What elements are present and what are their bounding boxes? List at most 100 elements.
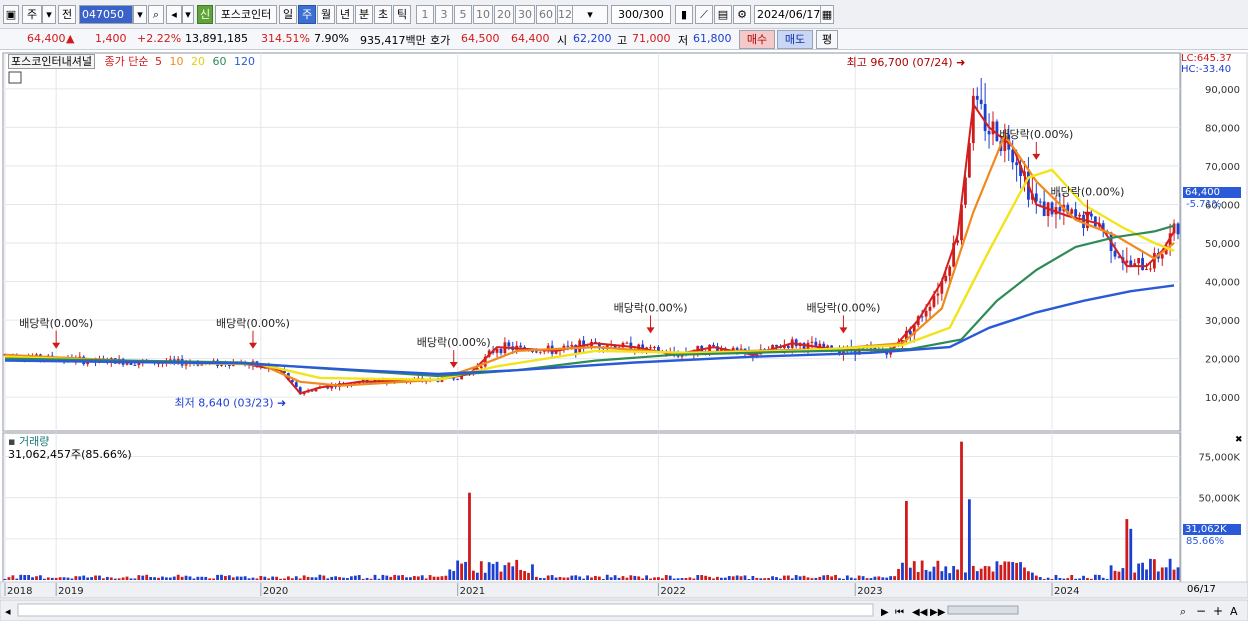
volume-bar	[172, 576, 176, 580]
volume-bar	[688, 577, 692, 580]
candle-body	[948, 266, 952, 276]
stock-code-input[interactable]: 047050	[79, 5, 133, 24]
line-tool-icon[interactable]: ⟋	[695, 5, 713, 24]
candle-icon[interactable]: ▮	[675, 5, 693, 24]
search-icon[interactable]: ⌕	[148, 5, 164, 24]
volume-bar	[1113, 570, 1117, 580]
candle-body	[1058, 207, 1062, 212]
chart-canvas[interactable]: 최고 96,700 (07/24) ➜ 최저 8,640 (03/23) ➜ 배당락…	[0, 50, 1248, 622]
gear-icon[interactable]: ⚙	[733, 5, 751, 24]
chevron-down-icon[interactable]: ▾	[133, 5, 147, 24]
volume-bar	[590, 577, 593, 580]
volume-bar	[904, 500, 908, 580]
interval-tab[interactable]: 1	[416, 5, 434, 24]
high-label: 고	[617, 34, 628, 47]
volume-bar	[468, 492, 471, 580]
window-menu-icon[interactable]: ▣	[3, 5, 19, 24]
zoom-slider[interactable]	[947, 605, 1019, 615]
volume-bar	[54, 577, 58, 580]
volume-bar	[353, 575, 357, 580]
volume-bar	[739, 576, 743, 580]
volume-bar	[1176, 567, 1180, 580]
interval-tab[interactable]: 5	[454, 5, 472, 24]
eval-button[interactable]: 평	[816, 30, 838, 49]
zoom-in-icon[interactable]: +	[1213, 604, 1223, 618]
x-tick-label: 2018	[7, 586, 32, 597]
interval-tab[interactable]: 10	[473, 5, 493, 24]
volume-bar	[499, 571, 503, 580]
save-icon[interactable]: ▤	[714, 5, 732, 24]
candle-body	[534, 351, 538, 353]
scroll-left-icon[interactable]: ◂	[5, 605, 11, 618]
volume-bar	[1042, 578, 1046, 580]
volume-bar	[1121, 568, 1125, 580]
turnover-rate: 7.90%	[314, 32, 349, 45]
calendar-icon[interactable]: ▦	[820, 5, 834, 24]
speaker-icon[interactable]: ◂	[166, 5, 182, 24]
text-tool-icon[interactable]: A	[1230, 605, 1238, 618]
volume-bar	[633, 575, 637, 580]
period-tab[interactable]: 일	[279, 5, 297, 24]
zoom-out-icon[interactable]: −	[1196, 604, 1206, 618]
buy-button[interactable]: 매수	[739, 30, 775, 49]
open-price: 62,200	[573, 32, 612, 45]
volume-bar	[845, 575, 849, 580]
close-panel-icon[interactable]: ✖	[1235, 435, 1243, 445]
volume-bar	[381, 574, 385, 580]
candle-body	[456, 378, 460, 380]
volume-bar	[779, 578, 782, 580]
volume-bar	[1101, 577, 1105, 580]
volume-bar	[653, 577, 656, 580]
volume-bar	[176, 574, 180, 580]
period-tab[interactable]: 월	[317, 5, 335, 24]
period-tab[interactable]: 초	[374, 5, 392, 24]
volume-bar	[967, 499, 971, 580]
volume-bar	[1066, 578, 1070, 580]
volume-bar	[971, 565, 975, 580]
sell-button[interactable]: 매도	[777, 30, 813, 49]
count-input[interactable]: 300/300	[611, 5, 671, 24]
volume-bar	[723, 577, 727, 580]
volume-bar	[216, 574, 219, 580]
interval-tab[interactable]: 20	[494, 5, 514, 24]
volume-bar	[1168, 558, 1172, 580]
scrollbar-track[interactable]	[17, 603, 874, 617]
market-type-select[interactable]: 주	[22, 5, 42, 24]
volume-bar	[700, 575, 704, 580]
candle-body	[826, 345, 830, 348]
period-tab[interactable]: 분	[355, 5, 373, 24]
volume-bar	[259, 575, 263, 580]
interval-tab[interactable]: 3	[435, 5, 453, 24]
low-price: 61,800	[693, 32, 732, 45]
volume-bar	[125, 576, 129, 580]
prev-button[interactable]: 전	[58, 5, 76, 24]
chevron-down-icon[interactable]: ▾	[42, 5, 56, 24]
volume-bar	[133, 578, 137, 580]
chart-area[interactable]: 최고 96,700 (07/24) ➜ 최저 8,640 (03/23) ➜ 배당락…	[0, 50, 1248, 622]
volume-bar	[235, 576, 239, 580]
next-page-icon[interactable]: ▶▶	[930, 607, 946, 618]
volume-bar	[361, 578, 365, 580]
hc-readout: HC:-33.40	[1181, 64, 1232, 75]
interval-select[interactable]: ▾	[572, 5, 608, 24]
interval-tab[interactable]: 60	[536, 5, 556, 24]
volume-bar	[991, 571, 995, 580]
volume-bar	[920, 560, 924, 580]
scroll-right-icon[interactable]: ▶	[881, 607, 889, 618]
volume-bar	[570, 575, 574, 580]
interval-tab[interactable]: 30	[515, 5, 535, 24]
volume-bar	[550, 575, 554, 580]
prev-page-icon[interactable]: ◀◀	[912, 607, 928, 618]
period-tab[interactable]: 년	[336, 5, 354, 24]
rewind-icon[interactable]: ⏮	[895, 607, 904, 618]
volume-bar	[1152, 559, 1156, 580]
period-tab[interactable]: 주	[298, 5, 316, 24]
calculator-icon[interactable]	[8, 71, 22, 84]
period-tab[interactable]: 틱	[393, 5, 411, 24]
volume-bar	[78, 576, 82, 580]
zoom-search-icon[interactable]: ⌕	[1180, 605, 1186, 618]
volume-bar	[314, 577, 318, 580]
chevron-down-icon[interactable]: ▾	[182, 5, 194, 24]
last-price-tag: 64,400	[1183, 187, 1241, 198]
volume-bar	[940, 571, 944, 580]
